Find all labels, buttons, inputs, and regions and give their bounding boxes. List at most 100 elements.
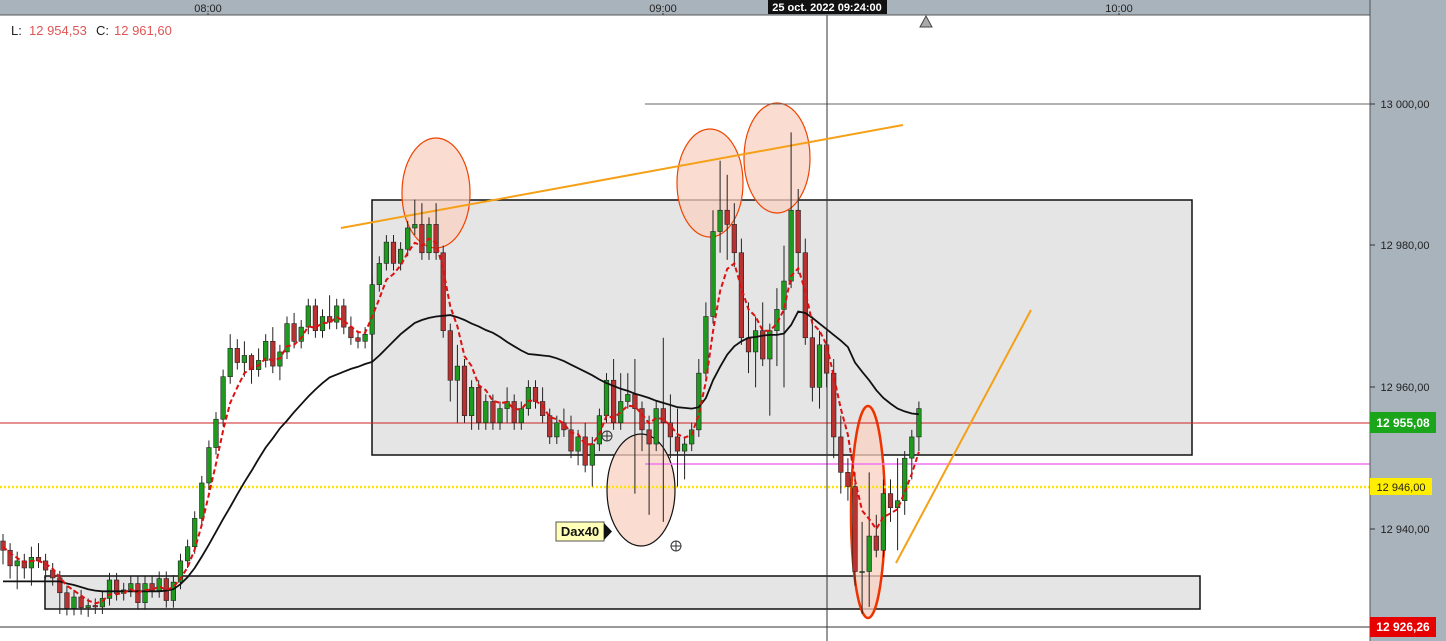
candle-body [511, 401, 517, 424]
candle-body [696, 372, 702, 431]
candle-body [525, 387, 531, 409]
candle-body [92, 605, 98, 608]
candle-body [220, 376, 226, 420]
candle-body [603, 379, 610, 416]
candle-body [731, 224, 737, 254]
candle-body [646, 429, 652, 445]
candle-body [213, 418, 219, 448]
candle-body [71, 596, 77, 609]
marker-crosshair-icon-2 [670, 540, 682, 552]
highlight-ellipse-low-1[interactable] [606, 433, 676, 547]
candle-body [625, 394, 631, 402]
candle-body [476, 387, 482, 424]
candle-body [64, 592, 70, 609]
candle-body [454, 365, 461, 381]
candle-body [660, 408, 666, 424]
price-tick-13000: 13 000,00 [1381, 99, 1430, 111]
candle-body [334, 305, 340, 323]
candle-body [724, 209, 730, 225]
candle-body [674, 436, 681, 452]
candle-body [483, 401, 489, 424]
instrument-label-text: Dax40 [561, 524, 599, 539]
candle-body [880, 493, 886, 551]
candle-body [916, 408, 922, 438]
candle-body [468, 387, 475, 416]
candle-body [199, 482, 205, 519]
candle [653, 401, 659, 452]
candle [369, 277, 375, 342]
candle-body [497, 408, 503, 424]
candle-body [745, 337, 752, 353]
candle-body [369, 284, 375, 335]
candle-body [85, 605, 91, 608]
candle-body [795, 209, 801, 254]
candle-body [596, 415, 602, 445]
candle-body [902, 457, 908, 501]
marker-crosshair-icon-1 [601, 430, 613, 442]
candle-body [681, 443, 688, 452]
support-zone-box[interactable] [44, 575, 1201, 610]
candle [476, 380, 482, 430]
candle-body [419, 224, 425, 254]
candle-body [234, 348, 240, 363]
candle-body [270, 340, 276, 367]
price-tick-12960: 12 960,00 [1381, 382, 1430, 394]
candle-body [909, 436, 915, 459]
candle-body [717, 209, 723, 232]
candle-body [376, 263, 382, 285]
candle-body [291, 323, 297, 342]
candle-body [355, 337, 361, 342]
candle-body [788, 209, 794, 282]
crosshair-time-label: 25 oct. 2022 09:24:00 [772, 2, 881, 14]
time-tick-0800: 08:00 [194, 3, 222, 15]
highlight-ellipse-top-2[interactable] [676, 128, 744, 238]
candle-body [362, 333, 368, 342]
candle-body [412, 224, 418, 229]
low-label: L: [11, 23, 22, 38]
close-label: C: [96, 23, 109, 38]
price-tick-12980: 12 980,00 [1381, 240, 1430, 252]
candle [461, 359, 468, 423]
instrument-label[interactable]: Dax40 [555, 521, 612, 542]
candle-body [390, 241, 397, 264]
candle-body [752, 330, 759, 353]
candle-body [575, 436, 581, 452]
candle-body [838, 436, 844, 473]
candle-body [490, 401, 496, 424]
time-tick-0900: 09:00 [649, 3, 677, 15]
low-value: 12 954,53 [29, 23, 87, 38]
yellow-level-tag: 12 946,00 [1377, 482, 1426, 494]
candle-body [859, 571, 865, 573]
candle-body [554, 422, 560, 438]
candle-body [305, 305, 311, 328]
candle-body [78, 596, 84, 608]
last-price-tag: 12 955,08 [1376, 416, 1430, 430]
candle-body [227, 348, 233, 378]
candle-body [185, 546, 191, 562]
candle-body [57, 577, 63, 594]
candle-body [852, 486, 858, 572]
candle-body [461, 365, 468, 416]
price-axis-bar [1370, 0, 1446, 641]
close-value: 12 961,60 [114, 23, 172, 38]
candle-body [206, 447, 212, 484]
candle-body [383, 241, 390, 264]
highlight-ellipse-top-3[interactable] [743, 102, 811, 214]
candle-body [14, 560, 20, 567]
candle [440, 245, 446, 338]
candle-body [802, 252, 808, 339]
candle-body [887, 493, 894, 509]
price-chart[interactable]: Dax40 08:00 09:00 10:00 25 oct. 2022 09:… [0, 0, 1446, 641]
candle [206, 440, 212, 491]
candle-body [639, 408, 645, 431]
candle-body [142, 583, 148, 603]
bottom-price-tag: 12 926,26 [1376, 620, 1430, 634]
candle-body [532, 387, 539, 402]
candle-body [831, 372, 837, 438]
price-tick-12940: 12 940,00 [1381, 524, 1430, 536]
candle-body [241, 355, 248, 363]
candle-body [405, 227, 411, 250]
candle-body [156, 578, 162, 591]
candle-body [589, 443, 595, 466]
candle-body [547, 415, 553, 438]
